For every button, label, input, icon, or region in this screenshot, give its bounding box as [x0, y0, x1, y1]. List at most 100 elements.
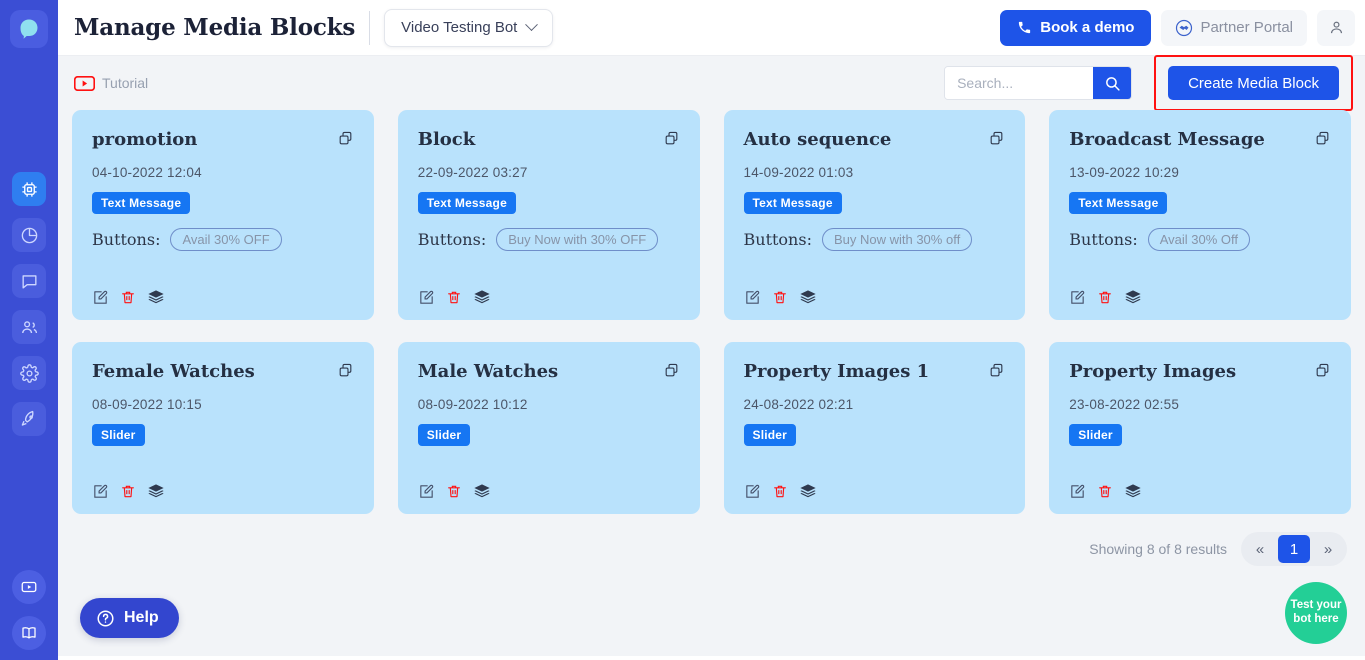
edit-pencil-icon — [1069, 483, 1086, 500]
next-page-button[interactable]: » — [1312, 535, 1344, 563]
question-circle-icon — [96, 609, 115, 628]
card-edit-button[interactable] — [92, 289, 109, 306]
topbar: Manage Media Blocks Video Testing Bot Bo… — [58, 0, 1365, 56]
card-layers-button[interactable] — [1124, 288, 1142, 306]
card-button-pill[interactable]: Buy Now with 30% OFF — [496, 228, 658, 251]
edit-pencil-icon — [92, 483, 109, 500]
book-icon — [20, 624, 38, 642]
media-block-card[interactable]: Female Watches08-09-2022 10:15Slider — [72, 342, 374, 514]
book-demo-label: Book a demo — [1040, 19, 1134, 36]
sidebar-item-contacts[interactable] — [12, 310, 46, 344]
card-layers-button[interactable] — [473, 288, 491, 306]
card-edit-button[interactable] — [92, 483, 109, 500]
card-delete-button[interactable] — [772, 289, 788, 306]
chip-icon — [20, 180, 39, 199]
card-layers-button[interactable] — [473, 482, 491, 500]
card-title: Female Watches — [92, 362, 255, 382]
card-edit-button[interactable] — [1069, 289, 1086, 306]
card-button-pill[interactable]: Buy Now with 30% off — [822, 228, 972, 251]
prev-page-button[interactable]: « — [1244, 535, 1276, 563]
card-type-badge: Slider — [744, 424, 797, 446]
card-actions — [1069, 272, 1331, 306]
trash-icon — [120, 289, 136, 306]
card-copy-button[interactable] — [663, 362, 680, 384]
card-title: Male Watches — [418, 362, 558, 382]
card-date: 08-09-2022 10:12 — [418, 397, 680, 412]
sidebar-item-analytics[interactable] — [12, 218, 46, 252]
card-edit-button[interactable] — [744, 289, 761, 306]
media-block-card[interactable]: Auto sequence14-09-2022 01:03Text Messag… — [724, 110, 1026, 320]
edit-pencil-icon — [744, 289, 761, 306]
page-title: Manage Media Blocks — [74, 14, 355, 41]
media-block-card[interactable]: promotion04-10-2022 12:04Text MessageBut… — [72, 110, 374, 320]
card-delete-button[interactable] — [120, 483, 136, 500]
card-copy-button[interactable] — [663, 130, 680, 152]
card-copy-button[interactable] — [1314, 130, 1331, 152]
card-copy-button[interactable] — [988, 130, 1005, 152]
card-delete-button[interactable] — [446, 289, 462, 306]
card-title: Property Images — [1069, 362, 1236, 382]
card-copy-button[interactable] — [337, 130, 354, 152]
card-delete-button[interactable] — [1097, 483, 1113, 500]
page-1-button[interactable]: 1 — [1278, 535, 1310, 563]
book-demo-button[interactable]: Book a demo — [1000, 10, 1151, 46]
card-type-badge: Text Message — [92, 192, 190, 214]
card-button-pill[interactable]: Avail 30% OFF — [170, 228, 281, 251]
card-edit-button[interactable] — [418, 483, 435, 500]
bot-selector[interactable]: Video Testing Bot — [384, 9, 553, 47]
card-layers-button[interactable] — [147, 288, 165, 306]
pager: « 1 » — [1241, 532, 1347, 566]
card-edit-button[interactable] — [1069, 483, 1086, 500]
app-logo[interactable] — [10, 10, 48, 48]
card-edit-button[interactable] — [418, 289, 435, 306]
card-layers-button[interactable] — [799, 482, 817, 500]
card-layers-button[interactable] — [147, 482, 165, 500]
help-button[interactable]: Help — [80, 598, 179, 638]
user-account-button[interactable] — [1317, 10, 1355, 46]
card-copy-button[interactable] — [988, 362, 1005, 384]
topbar-actions: Book a demo Partner Portal — [1000, 10, 1355, 46]
app-root: Manage Media Blocks Video Testing Bot Bo… — [0, 0, 1365, 660]
card-layers-button[interactable] — [799, 288, 817, 306]
copy-icon — [663, 362, 680, 379]
card-date: 04-10-2022 12:04 — [92, 165, 354, 180]
test-bot-bubble[interactable]: Test yourbot here — [1285, 582, 1347, 644]
card-copy-button[interactable] — [337, 362, 354, 384]
handshake-icon — [1175, 19, 1193, 37]
card-layers-button[interactable] — [1124, 482, 1142, 500]
media-block-card[interactable]: Block22-09-2022 03:27Text MessageButtons… — [398, 110, 700, 320]
sidebar-item-messages[interactable] — [12, 264, 46, 298]
card-button-pill[interactable]: Avail 30% Off — [1148, 228, 1250, 251]
search-button[interactable] — [1093, 67, 1131, 99]
partner-portal-button[interactable]: Partner Portal — [1161, 10, 1307, 46]
edit-pencil-icon — [92, 289, 109, 306]
card-edit-button[interactable] — [744, 483, 761, 500]
sidebar-item-automation[interactable] — [12, 172, 46, 206]
media-block-card[interactable]: Property Images23-08-2022 02:55Slider — [1049, 342, 1351, 514]
sidebar-item-videos[interactable] — [12, 570, 46, 604]
card-date: 24-08-2022 02:21 — [744, 397, 1006, 412]
search-input[interactable] — [945, 67, 1093, 99]
card-title: Block — [418, 130, 476, 150]
card-actions — [92, 466, 354, 500]
create-media-block-button[interactable]: Create Media Block — [1168, 66, 1339, 100]
card-title: promotion — [92, 130, 197, 150]
card-type-badge: Slider — [1069, 424, 1122, 446]
tutorial-link[interactable]: Tutorial — [74, 75, 148, 91]
media-block-card[interactable]: Property Images 124-08-2022 02:21Slider — [724, 342, 1026, 514]
media-block-card[interactable]: Broadcast Message13-09-2022 10:29Text Me… — [1049, 110, 1351, 320]
card-delete-button[interactable] — [772, 483, 788, 500]
sidebar-item-growth[interactable] — [12, 402, 46, 436]
card-copy-button[interactable] — [1314, 362, 1331, 384]
search-box — [944, 66, 1132, 100]
copy-icon — [1314, 362, 1331, 379]
media-block-card[interactable]: Male Watches08-09-2022 10:12Slider — [398, 342, 700, 514]
card-header: Property Images — [1069, 362, 1331, 384]
sidebar-item-docs[interactable] — [12, 616, 46, 650]
bottom-strip — [58, 656, 1365, 660]
card-delete-button[interactable] — [120, 289, 136, 306]
sidebar-item-settings[interactable] — [12, 356, 46, 390]
card-delete-button[interactable] — [1097, 289, 1113, 306]
card-delete-button[interactable] — [446, 483, 462, 500]
trash-icon — [772, 483, 788, 500]
